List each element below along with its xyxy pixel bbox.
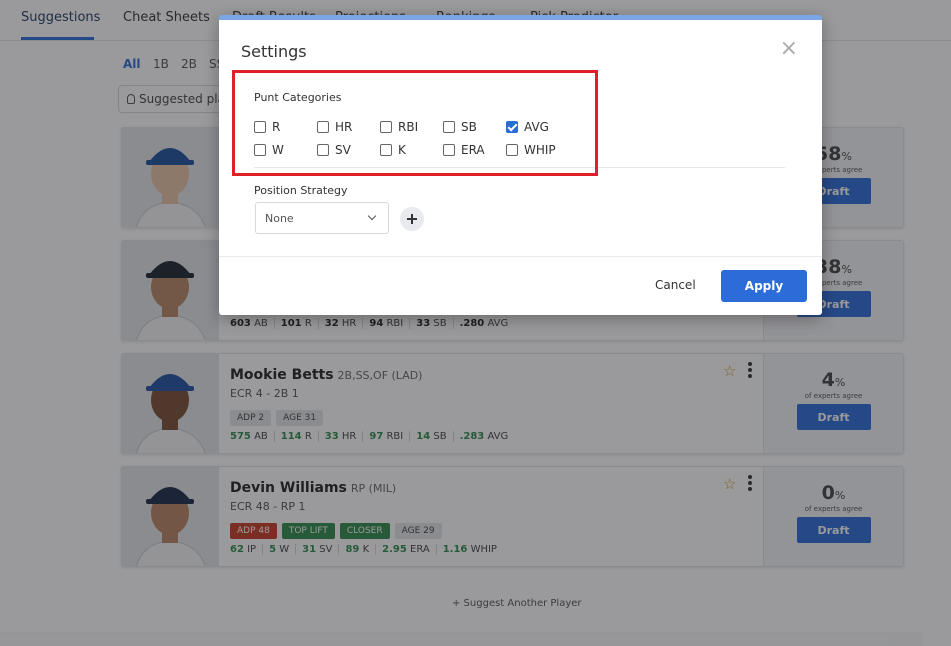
- add-strategy-button[interactable]: [400, 207, 424, 231]
- punt-checkbox[interactable]: [254, 121, 266, 133]
- punt-category-label: SB: [461, 120, 477, 134]
- punt-category-label: WHIP: [524, 143, 556, 157]
- apply-button[interactable]: Apply: [721, 270, 807, 302]
- punt-category-option[interactable]: SV: [317, 139, 351, 157]
- punt-category-option[interactable]: WHIP: [506, 139, 556, 157]
- punt-category-label: AVG: [524, 120, 549, 134]
- punt-category-option[interactable]: AVG: [506, 116, 549, 134]
- punt-checkbox[interactable]: [317, 121, 329, 133]
- punt-category-option[interactable]: R: [254, 116, 281, 134]
- chevron-down-icon: [367, 211, 377, 221]
- modal-footer-divider: [219, 256, 822, 257]
- punt-checkbox[interactable]: [380, 121, 392, 133]
- punt-checkbox[interactable]: [506, 144, 518, 156]
- punt-checkbox[interactable]: [254, 144, 266, 156]
- punt-category-label: HR: [335, 120, 353, 134]
- close-icon[interactable]: ×: [780, 38, 798, 60]
- punt-category-option[interactable]: RBI: [380, 116, 419, 134]
- punt-category-option[interactable]: ERA: [443, 139, 485, 157]
- punt-category-option[interactable]: SB: [443, 116, 477, 134]
- section-divider: [254, 167, 785, 168]
- punt-checkbox[interactable]: [443, 121, 455, 133]
- punt-checkbox[interactable]: [380, 144, 392, 156]
- position-strategy-select[interactable]: None: [255, 202, 389, 234]
- position-strategy-label: Position Strategy: [254, 184, 348, 197]
- punt-category-label: R: [272, 120, 281, 134]
- punt-category-option[interactable]: W: [254, 139, 284, 157]
- punt-checkbox[interactable]: [443, 144, 455, 156]
- punt-checkbox[interactable]: [506, 121, 518, 133]
- punt-category-label: K: [398, 143, 406, 157]
- punt-category-label: W: [272, 143, 284, 157]
- punt-category-option[interactable]: HR: [317, 116, 353, 134]
- punt-category-label: RBI: [398, 120, 419, 134]
- settings-modal: Settings × Punt Categories R HR RBI SB AVG W S…: [219, 15, 822, 315]
- punt-category-label: SV: [335, 143, 351, 157]
- punt-categories-label: Punt Categories: [254, 91, 342, 104]
- position-strategy-value: None: [265, 212, 294, 225]
- punt-category-label: ERA: [461, 143, 485, 157]
- modal-title: Settings: [241, 42, 307, 61]
- cancel-button[interactable]: Cancel: [655, 278, 696, 292]
- punt-checkbox[interactable]: [317, 144, 329, 156]
- punt-category-option[interactable]: K: [380, 139, 406, 157]
